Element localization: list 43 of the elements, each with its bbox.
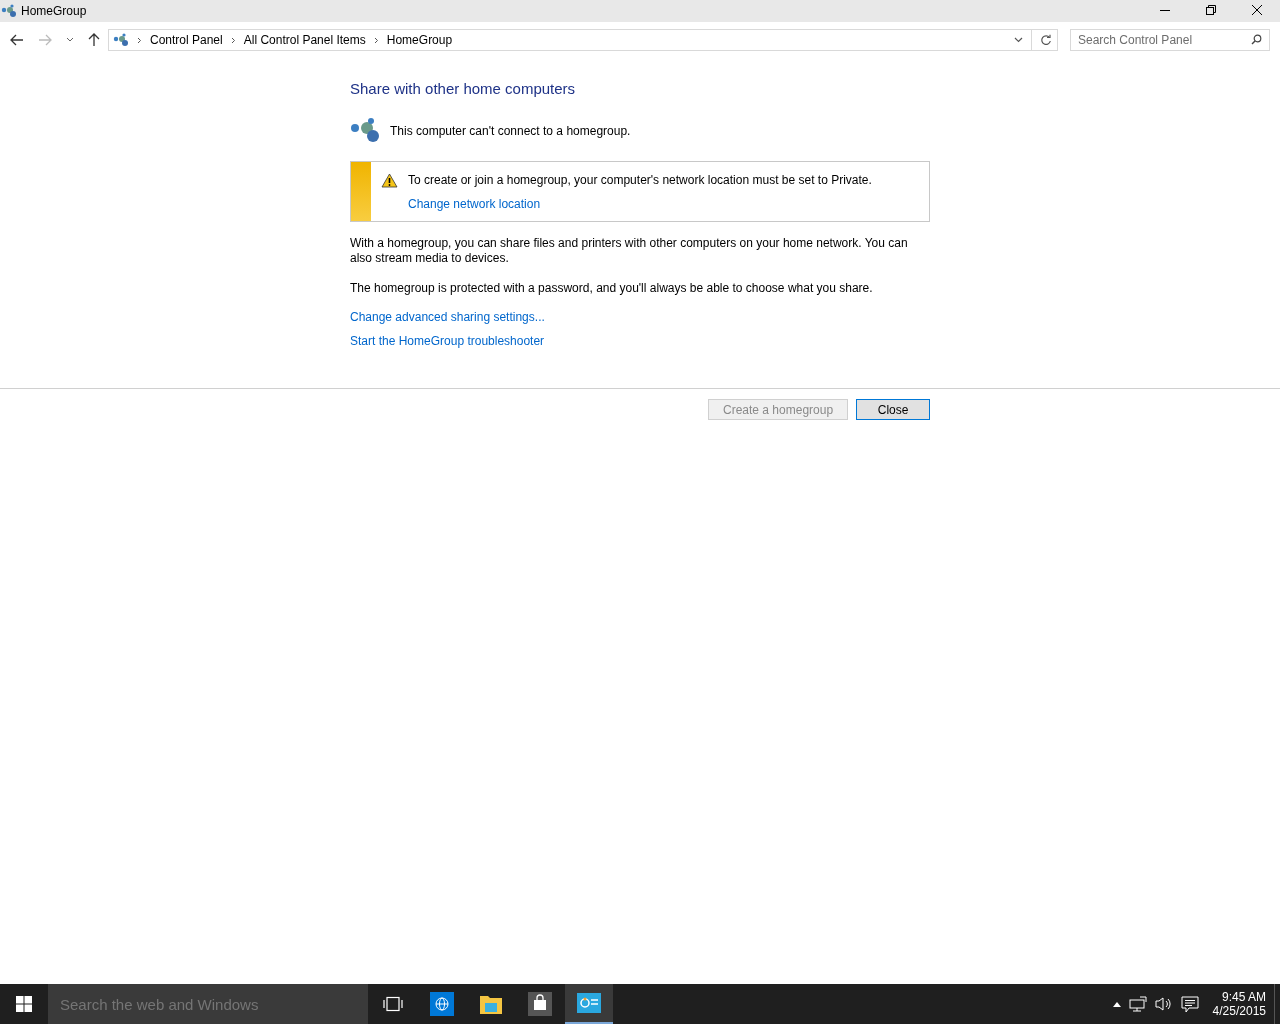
globe-icon xyxy=(430,992,454,1016)
caret-up-icon[interactable] xyxy=(1112,1001,1121,1007)
back-arrow-icon[interactable] xyxy=(10,34,24,46)
dialog-button[interactable]: Close xyxy=(856,399,931,420)
network-icon[interactable] xyxy=(1128,996,1147,1012)
refresh-icon[interactable] xyxy=(1040,34,1052,46)
description-text: The homegroup is protected with a password, and you'll always be able to choose what you share. xyxy=(350,281,874,296)
chevron-down-icon[interactable] xyxy=(66,37,74,43)
search-icon xyxy=(1251,34,1262,45)
address-bar[interactable]: Control Panel All Control Panel Items HomeGroup xyxy=(108,29,1058,51)
homegroup-icon xyxy=(1,4,17,18)
homegroup-icon xyxy=(350,117,382,145)
control-panel-icon xyxy=(577,993,601,1013)
taskbar-app[interactable] xyxy=(565,984,613,1024)
warning-icon xyxy=(381,173,398,188)
task-view-icon xyxy=(383,996,403,1012)
task-link[interactable]: Change advanced sharing settings... xyxy=(350,310,545,324)
clock-time[interactable]: 9:45 AM xyxy=(1221,990,1266,1004)
task-link[interactable]: Start the HomeGroup troubleshooter xyxy=(350,334,545,348)
homegroup-icon xyxy=(113,33,129,47)
speaker-icon[interactable] xyxy=(1154,996,1173,1012)
up-arrow-icon[interactable] xyxy=(88,33,100,47)
description-text: With a homegroup, you can share files and printers with other computers on your home network. You can also stream media to devices. xyxy=(350,236,909,266)
windows-logo-icon xyxy=(16,996,32,1012)
chevron-right-icon xyxy=(137,36,142,44)
window-title: HomeGroup xyxy=(21,4,88,18)
shopping-bag-icon xyxy=(528,992,552,1016)
status-text: This computer can't connect to a homegroup. xyxy=(390,124,631,138)
clock-date[interactable]: 4/25/2015 xyxy=(1212,1004,1266,1018)
chevron-right-icon xyxy=(373,36,379,44)
folder-icon xyxy=(479,993,503,1015)
warning-message: To create or join a homegroup, your computer's network location must be set to Private. xyxy=(408,173,872,187)
taskbar-search-field[interactable]: Search the web and Windows xyxy=(48,984,368,1024)
warning-stripe xyxy=(351,162,371,221)
notification-icon[interactable] xyxy=(1180,995,1199,1013)
breadcrumb-item[interactable]: All Control Panel Items xyxy=(243,33,366,47)
breadcrumb-item[interactable]: HomeGroup xyxy=(386,33,453,47)
search-field[interactable]: Search Control Panel xyxy=(1070,29,1270,51)
chevron-down-icon[interactable] xyxy=(1014,37,1023,43)
chevron-right-icon xyxy=(230,36,236,44)
change-network-location-link[interactable]: Change network location xyxy=(408,197,541,211)
page-heading: Share with other home computers xyxy=(350,80,577,97)
breadcrumb-item[interactable]: Control Panel xyxy=(150,33,223,47)
